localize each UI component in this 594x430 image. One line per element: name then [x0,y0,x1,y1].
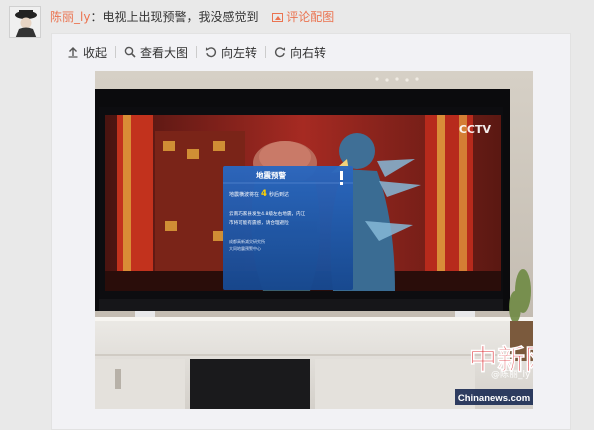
alert-source-line2: 大同地震预警中心 [229,245,261,251]
media-toolbar: 收起 查看大图 向左转 向右转 [52,34,570,70]
channel-logo: CCTV [459,123,492,136]
alert-countdown-prefix: 地震横波将在 [229,191,259,198]
media-expand-panel: 收起 查看大图 向左转 向右转 CCTV 地震预警 地震横波将在 4 秒后到达 … [51,33,571,430]
earthquake-alert-card: 地震预警 地震横波将在 4 秒后到达 云南巧家县发生4.8级左右地震，内江 市将可能… [223,166,353,290]
post-line: 陈丽_ly：电视上出现预警，我没感觉到 评论配图 [50,8,334,25]
collapse-button[interactable]: 收起 [67,44,107,61]
toolbar-divider [196,46,198,58]
rotate-right-icon [274,47,286,58]
alert-countdown-value: 4 [261,189,267,199]
toolbar-divider [265,46,267,58]
rotate-left-button[interactable]: 向左转 [205,44,257,61]
collapse-label: 收起 [83,45,108,60]
alert-exclamation-icon [340,171,343,185]
picture-icon [272,13,284,22]
rotate-left-label: 向左转 [221,45,258,60]
rotate-right-label: 向右转 [290,45,327,60]
toolbar-divider [115,46,117,58]
alert-source-line1: 成都高新减灾研究所 [229,238,265,244]
arrow-up-icon [68,47,78,58]
post-separator: ： [90,10,103,24]
rotate-left-icon [205,47,217,58]
view-large-button[interactable]: 查看大图 [124,44,188,61]
alert-message-line1: 云南巧家县发生4.8级左右地震，内江 [229,210,306,217]
chinanews-logo-en: Chinanews.com [458,393,530,404]
chinanews-logo-cn: 中新网 [469,343,533,376]
comment-pic-label: 评论配图 [286,10,335,24]
author-link[interactable]: 陈丽_ly [50,10,90,24]
alert-countdown-suffix: 秒后到达 [269,191,289,198]
alert-message-line2: 市将可能有震感，请合理避险 [229,219,289,226]
avatar[interactable] [9,6,41,38]
post-text: 电视上出现预警，我没感觉到 [102,10,259,24]
alert-title: 地震预警 [256,170,286,180]
search-icon [124,46,136,58]
rotate-right-button[interactable]: 向右转 [274,44,326,61]
comment-pic-link[interactable]: 评论配图 [272,10,334,24]
view-large-label: 查看大图 [140,45,189,60]
post-photo[interactable]: CCTV 地震预警 地震横波将在 4 秒后到达 云南巧家县发生4.8级左右地震，内江… [95,71,533,409]
